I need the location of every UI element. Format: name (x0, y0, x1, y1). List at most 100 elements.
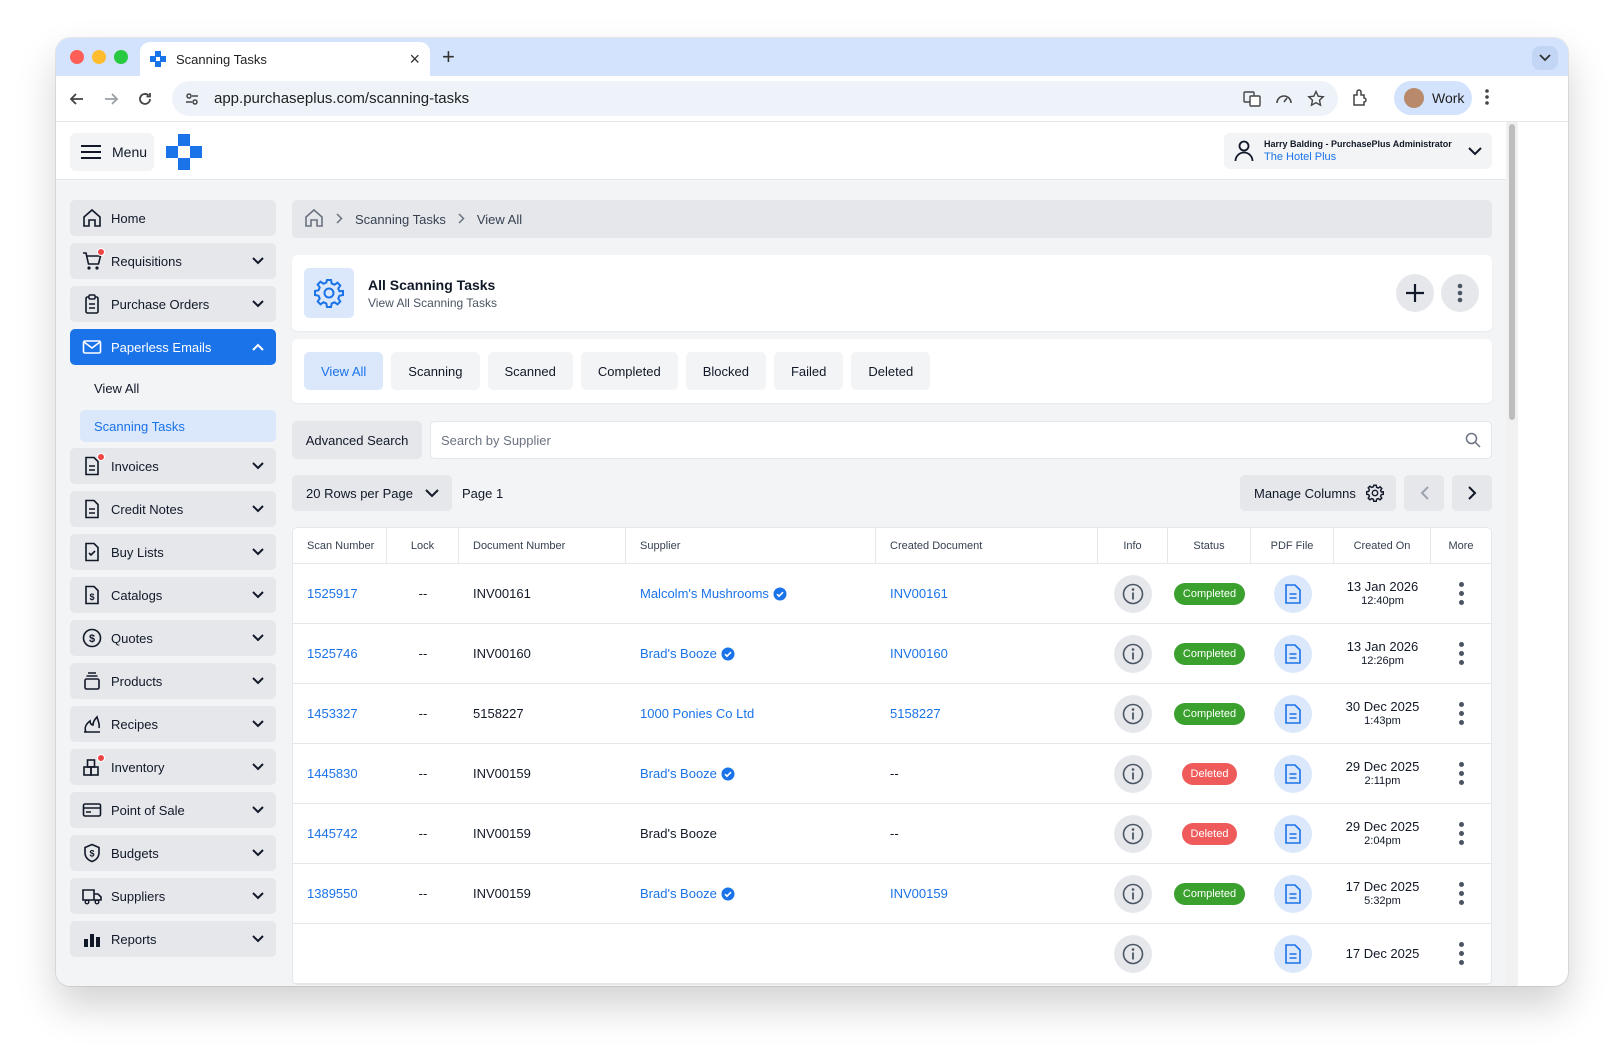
purchaseplus-logo-icon[interactable] (166, 134, 202, 170)
performance-icon[interactable] (1274, 89, 1294, 109)
column-header-scan-number[interactable]: Scan Number (293, 528, 387, 563)
info-icon[interactable] (1114, 574, 1152, 613)
scan-number-link[interactable]: 1445830 (307, 766, 358, 781)
scan-number-link[interactable]: 1453327 (307, 706, 358, 721)
minimize-window-button[interactable] (92, 50, 106, 64)
browser-menu-icon[interactable] (1484, 88, 1490, 111)
user-account-menu[interactable]: Harry Balding - PurchasePlus Administrat… (1224, 133, 1492, 169)
advanced-search-button[interactable]: Advanced Search (292, 421, 422, 459)
tab-view-all[interactable]: View All (304, 352, 384, 390)
next-page-button[interactable] (1452, 475, 1492, 511)
row-more-icon[interactable] (1458, 942, 1464, 965)
search-icon[interactable] (1465, 432, 1481, 448)
scan-number-link[interactable]: 1525746 (307, 646, 358, 661)
extensions-icon[interactable] (1350, 88, 1370, 113)
supplier-link[interactable]: Brad's Booze (640, 886, 717, 901)
site-settings-icon[interactable] (184, 91, 200, 107)
forward-icon[interactable] (98, 86, 124, 112)
tab-failed[interactable]: Failed (773, 352, 844, 390)
search-input[interactable] (441, 432, 1465, 448)
pdf-file-icon[interactable] (1273, 694, 1312, 733)
close-window-button[interactable] (70, 50, 84, 64)
back-icon[interactable] (64, 86, 90, 112)
menu-button[interactable]: Menu (70, 133, 154, 171)
created-document-link[interactable]: INV00161 (890, 586, 948, 601)
sidebar-item-home[interactable]: Home (70, 200, 276, 236)
row-more-icon[interactable] (1458, 702, 1464, 725)
info-icon[interactable] (1114, 754, 1152, 793)
add-scanning-task-button[interactable] (1396, 274, 1434, 312)
table-row[interactable]: 17 Dec 2025 (293, 924, 1491, 984)
created-document-link[interactable]: 5158227 (890, 706, 941, 721)
manage-columns-button[interactable]: Manage Columns (1240, 475, 1396, 511)
row-more-icon[interactable] (1458, 642, 1464, 665)
address-bar[interactable]: app.purchaseplus.com/scanning-tasks (172, 81, 1338, 116)
pdf-file-icon[interactable] (1273, 814, 1312, 853)
table-row[interactable]: 1445742 -- INV00159 Brad's Booze -- Deleted 29… (293, 804, 1491, 864)
scan-number-link[interactable]: 1525917 (307, 586, 358, 601)
column-header-info[interactable]: Info (1098, 528, 1168, 563)
row-more-icon[interactable] (1458, 582, 1464, 605)
new-tab-icon[interactable]: + (442, 44, 455, 70)
sidebar-item-reports[interactable]: Reports (70, 921, 276, 957)
table-row[interactable]: 1453327 -- 5158227 1000 Ponies Co Ltd 515822… (293, 684, 1491, 744)
browser-tab[interactable]: Scanning Tasks × (140, 42, 430, 76)
column-header-document-number[interactable]: Document Number (459, 528, 626, 563)
column-header-pdf-file[interactable]: PDF File (1251, 528, 1334, 563)
info-icon[interactable] (1114, 874, 1152, 913)
sidebar-item-buy-lists[interactable]: Buy Lists (70, 534, 276, 570)
sidebar-item-credit-notes[interactable]: Credit Notes (70, 491, 276, 527)
supplier-link[interactable]: Brad's Booze (640, 766, 717, 781)
scan-number-link[interactable]: 1389550 (307, 886, 358, 901)
sidebar-item-suppliers[interactable]: Suppliers (70, 878, 276, 914)
info-icon[interactable] (1114, 634, 1152, 673)
pdf-file-icon[interactable] (1273, 634, 1312, 673)
created-document-link[interactable]: INV00160 (890, 646, 948, 661)
tab-search-icon[interactable] (1532, 46, 1558, 70)
supplier-link[interactable]: 1000 Ponies Co Ltd (640, 706, 754, 721)
tab-scanning[interactable]: Scanning (391, 352, 480, 390)
sidebar-item-purchase-orders[interactable]: Purchase Orders (70, 286, 276, 322)
tab-deleted[interactable]: Deleted (851, 352, 931, 390)
sidebar-item-inventory[interactable]: Inventory (70, 749, 276, 785)
pdf-file-icon[interactable] (1273, 574, 1312, 613)
sidebar-subitem-view-all[interactable]: View All (70, 372, 276, 404)
sidebar-subitem-scanning-tasks[interactable]: Scanning Tasks (80, 410, 276, 442)
scan-number-link[interactable]: 1445742 (307, 826, 358, 841)
column-header-status[interactable]: Status (1168, 528, 1251, 563)
close-tab-icon[interactable]: × (409, 50, 420, 68)
sidebar-item-quotes[interactable]: $ Quotes (70, 620, 276, 656)
pdf-file-icon[interactable] (1273, 754, 1312, 793)
info-icon[interactable] (1114, 694, 1152, 733)
info-icon[interactable] (1114, 934, 1152, 973)
sidebar-item-products[interactable]: Products (70, 663, 276, 699)
sidebar-item-budgets[interactable]: $ Budgets (70, 835, 276, 871)
supplier-link[interactable]: Brad's Booze (640, 646, 717, 661)
row-more-icon[interactable] (1458, 762, 1464, 785)
column-header-created-document[interactable]: Created Document (876, 528, 1098, 563)
previous-page-button[interactable] (1404, 475, 1444, 511)
breadcrumb-scanning-tasks[interactable]: Scanning Tasks (355, 212, 446, 227)
reload-icon[interactable] (132, 86, 158, 112)
pdf-file-icon[interactable] (1273, 934, 1312, 973)
home-icon[interactable] (304, 208, 324, 231)
info-icon[interactable] (1114, 814, 1152, 853)
sidebar-item-catalogs[interactable]: $ Catalogs (70, 577, 276, 613)
tab-blocked[interactable]: Blocked (685, 352, 766, 390)
page-actions-button[interactable] (1441, 274, 1479, 312)
profile-button[interactable]: Work (1394, 81, 1472, 115)
pdf-file-icon[interactable] (1273, 874, 1312, 913)
column-header-supplier[interactable]: Supplier (626, 528, 876, 563)
table-row[interactable]: 1445830 -- INV00159 Brad's Booze -- Deleted 29… (293, 744, 1491, 804)
scrollbar-thumb[interactable] (1509, 124, 1515, 420)
sidebar-item-requisitions[interactable]: Requisitions (70, 243, 276, 279)
sidebar-item-recipes[interactable]: Recipes (70, 706, 276, 742)
table-row[interactable]: 1525746 -- INV00160 Brad's Booze INV00160 Com… (293, 624, 1491, 684)
row-more-icon[interactable] (1458, 822, 1464, 845)
sidebar-item-point-of-sale[interactable]: Point of Sale (70, 792, 276, 828)
table-row[interactable]: 1525917 -- INV00161 Malcolm's Mushrooms INV0… (293, 564, 1491, 624)
row-more-icon[interactable] (1458, 882, 1464, 905)
sidebar-item-invoices[interactable]: Invoices (70, 448, 276, 484)
supplier-link[interactable]: Malcolm's Mushrooms (640, 586, 769, 601)
column-header-more[interactable]: More (1431, 528, 1491, 563)
